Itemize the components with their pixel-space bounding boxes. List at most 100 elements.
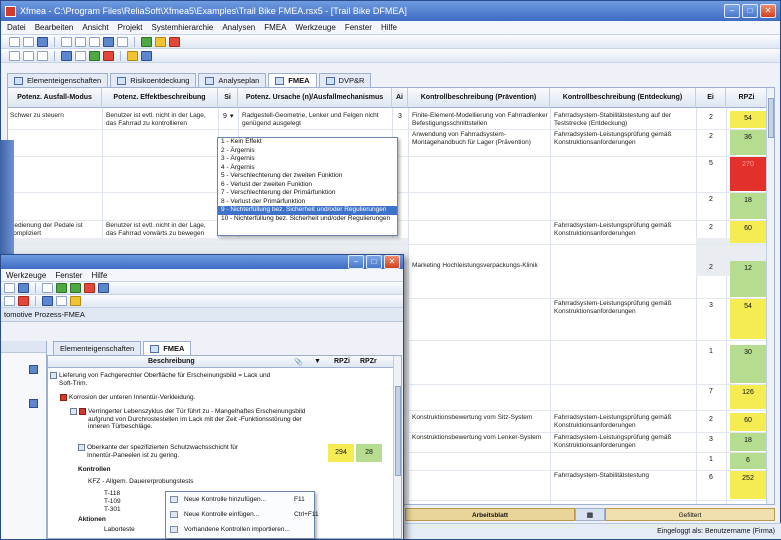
effect-cell[interactable]: Benutzer ist evtl. nicht in der Lage, da… (106, 112, 216, 127)
severity-option[interactable]: 5 - Verschlechterung der zweiten Funktio… (218, 172, 397, 181)
menu-projekt[interactable]: Projekt (118, 23, 143, 32)
col-header-effect[interactable]: Potenz. Effektbeschreibung (102, 88, 218, 108)
tree-node-icon[interactable] (29, 365, 38, 374)
col-header-cause[interactable]: Potenz. Ursache (n)/Ausfallmechanismus (238, 88, 392, 108)
table-icon[interactable] (4, 296, 15, 306)
col-header-beschreibung[interactable]: Beschreibung (148, 358, 195, 365)
tree-node-icon[interactable] (29, 399, 38, 408)
chart-icon[interactable] (56, 296, 67, 306)
rpz-cell[interactable]: 54 (730, 299, 766, 339)
delete-icon[interactable] (84, 283, 95, 293)
detection-rating-cell[interactable]: 2 (696, 224, 726, 231)
rpzi-cell[interactable]: 294 (328, 444, 354, 462)
severity-option[interactable]: 10 - Nichterfüllung bez. Sicherheit und/… (218, 215, 397, 224)
context-menu-item[interactable]: Neue Kontrolle einfügen... Ctrl+F11 (166, 507, 319, 522)
col-header-rpzr[interactable]: RPZr (360, 358, 377, 365)
cut-icon[interactable] (61, 36, 72, 47)
close-icon[interactable]: ✕ (760, 4, 776, 18)
add-item-icon[interactable] (56, 283, 67, 293)
prevention-control-cell[interactable]: Konstruktionsbewertung vom Lenker-System (412, 434, 548, 442)
col-header-failure-mode[interactable]: Potenz. Ausfall-Modus (8, 88, 102, 108)
rpz-cell[interactable]: 30 (730, 345, 766, 383)
menu-fenster[interactable]: Fenster (55, 271, 82, 280)
insert-column-icon[interactable] (37, 50, 48, 61)
tab-fmea[interactable]: FMEA (268, 73, 317, 87)
menu-datei[interactable]: Datei (7, 23, 26, 32)
sort-icon[interactable] (70, 296, 81, 306)
delete-icon[interactable] (169, 36, 180, 47)
front-grid-scrollbar[interactable] (393, 356, 401, 538)
col-header-ai[interactable]: Ai (392, 88, 408, 108)
tab-risikoentdeckung[interactable]: Risikoentdeckung (110, 73, 197, 87)
detection-rating-cell[interactable]: 2 (696, 133, 726, 140)
hierarchy-icon[interactable] (61, 50, 72, 61)
prevention-control-cell[interactable]: Finite-Element-Modellierung von Fahrradl… (412, 112, 548, 127)
col-header-rpzi[interactable]: RPZi (726, 88, 768, 108)
detection-control-cell[interactable]: Fahrradsystem-Leistungsprüfung gemäß Kon… (554, 414, 694, 429)
menu-bearbeiten[interactable]: Bearbeiten (35, 23, 74, 32)
col-header-si[interactable]: Si (218, 88, 238, 108)
rpzr-cell[interactable]: 28 (356, 444, 382, 462)
rpz-cell[interactable]: 36 (730, 130, 766, 155)
tree-row-effect[interactable]: Verringerter Lebenszyklus der Tür führt … (48, 408, 392, 431)
rpz-cell[interactable]: 12 (730, 261, 766, 297)
cut-icon[interactable] (42, 283, 53, 293)
rpz-cell[interactable]: 126 (730, 385, 766, 409)
severity-option[interactable]: 4 - Ärgernis (218, 164, 397, 173)
sort-icon[interactable] (127, 50, 138, 61)
detection-control-cell[interactable]: Fahrradsystem-Leistungsprüfung gemäß Kon… (554, 434, 694, 449)
col-header-ei[interactable]: Ei (696, 88, 726, 108)
worksheet-scrollbar[interactable] (766, 88, 774, 504)
detection-control-cell[interactable]: Fahrradsystem-Stabilitätstestung auf der… (554, 112, 694, 127)
menu-werkzeuge[interactable]: Werkzeuge (296, 23, 336, 32)
failure-mode-cell[interactable]: Schwer zu steuern (10, 112, 98, 120)
report-icon[interactable] (155, 36, 166, 47)
tab-chart[interactable]: ▤ (575, 508, 605, 521)
detection-control-cell[interactable]: Fahrradsystem-Leistungsprüfung gemäß Kon… (554, 131, 694, 146)
rpz-cell[interactable]: 270 (730, 157, 766, 191)
severity-option[interactable]: 7 - Verschlechterung der Primärfunktion (218, 189, 397, 198)
detection-rating-cell[interactable]: 3 (696, 302, 726, 309)
minimize-icon[interactable]: – (724, 4, 740, 18)
detection-rating-cell[interactable]: 1 (696, 348, 726, 355)
chart-icon[interactable] (75, 50, 86, 61)
paste-icon[interactable] (89, 36, 100, 47)
failure-mode-cell[interactable]: Bedienung der Pedale ist kompliziert (10, 222, 98, 237)
prevention-control-cell[interactable]: Marketing Hochleistungsverpackungs-Klini… (412, 262, 548, 270)
context-menu-item[interactable]: Neue Kontrolle hinzufügen... F11 (166, 492, 314, 507)
context-menu-item[interactable]: Vorhandene Kontrollen importieren... (166, 522, 314, 537)
rpz-cell[interactable]: 60 (730, 413, 766, 431)
detection-control-cell[interactable]: Fahrradsystem-Leistungsprüfung gemäß Kon… (554, 222, 694, 237)
tree-row-group[interactable]: Kontrollen (48, 466, 392, 474)
tree-row-failure[interactable]: Korrosion der unteren Innentür-Verkleidu… (48, 394, 392, 402)
scrollbar-thumb[interactable] (395, 386, 401, 476)
detection-control-cell[interactable]: Fahrradsystem-Stabilitätstestung (554, 472, 694, 480)
prevention-control-cell[interactable]: Konstruktionsbewertung vom Sitz-System (412, 414, 548, 422)
rpz-cell[interactable]: 18 (730, 433, 766, 451)
tab-analyseplan[interactable]: Analyseplan (198, 73, 267, 87)
detection-rating-cell[interactable]: 1 (696, 456, 726, 463)
detection-rating-cell[interactable]: 2 (696, 114, 726, 121)
menu-fenster[interactable]: Fenster (345, 23, 372, 32)
properties-icon[interactable] (117, 36, 128, 47)
tab-dvpr[interactable]: DVP&R (318, 73, 372, 87)
severity-dropdown-list[interactable]: 1 - Kein Effekt 2 - Ärgernis 3 - Ärgernis 4… (217, 137, 398, 236)
copy-icon[interactable] (75, 36, 86, 47)
tab-arbeitsblatt[interactable]: Arbeitsblatt (405, 508, 575, 521)
cause-cell[interactable]: Radgestell-Geometrie, Lenker und Felgen … (242, 112, 390, 127)
effect-cell[interactable]: Benutzer ist evtl. nicht in der Lage, da… (106, 222, 216, 237)
detection-rating-cell[interactable]: 3 (696, 436, 726, 443)
severity-option[interactable]: 3 - Ärgernis (218, 155, 397, 164)
minimize-icon[interactable]: – (348, 255, 364, 269)
menu-hilfe[interactable]: Hilfe (91, 271, 107, 280)
detection-control-cell[interactable]: Fahrradsystem-Leistungsprüfung gemäß Kon… (554, 300, 694, 315)
detection-rating-cell[interactable]: 2 (696, 264, 726, 271)
menu-fmea[interactable]: FMEA (264, 23, 286, 32)
expand-icon[interactable] (141, 50, 152, 61)
filter-icon[interactable] (98, 283, 109, 293)
risk-icon[interactable] (18, 296, 29, 306)
rpz-cell[interactable]: 54 (730, 111, 766, 128)
rpz-cell[interactable]: 252 (730, 471, 766, 499)
detection-rating-cell[interactable]: 6 (696, 474, 726, 481)
save-icon[interactable] (37, 36, 48, 47)
